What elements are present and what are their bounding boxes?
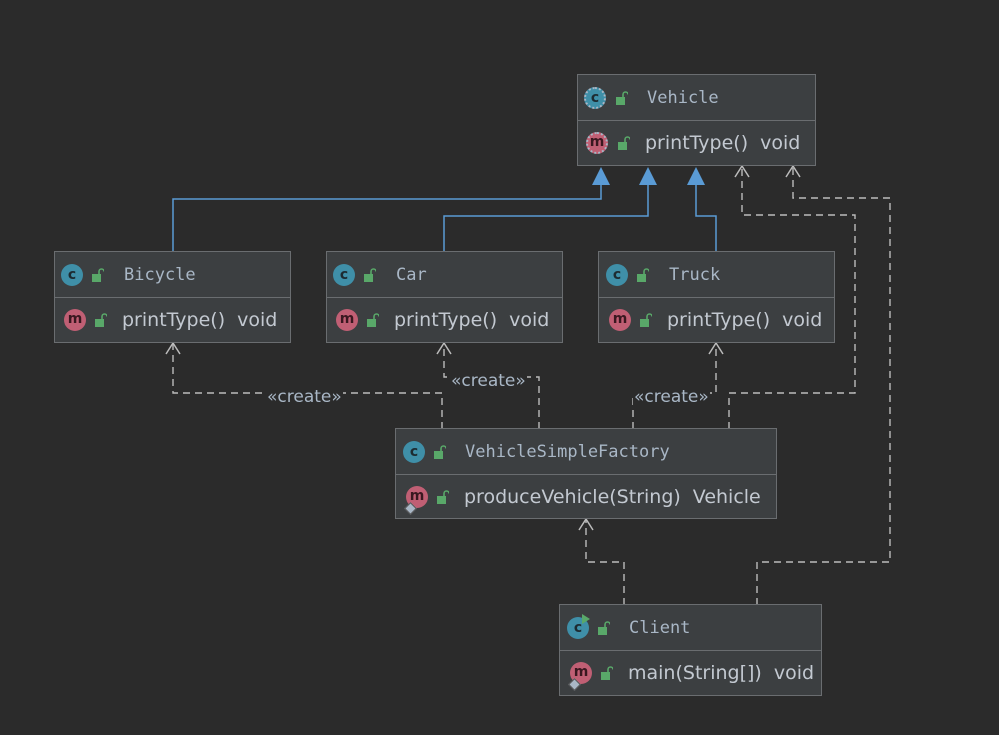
public-lock-icon bbox=[640, 313, 652, 327]
method-row[interactable]: m main(String[]) void bbox=[560, 651, 821, 695]
method-signature: printType() bbox=[667, 309, 771, 331]
class-box-bicycle[interactable]: c Bicycle m printType() void bbox=[54, 251, 291, 343]
method-signature: printType() bbox=[394, 309, 498, 331]
class-name: Client bbox=[629, 618, 691, 638]
class-name: VehicleSimpleFactory bbox=[465, 442, 670, 462]
public-lock-icon bbox=[616, 91, 628, 105]
method-signature: main(String[]) bbox=[628, 662, 762, 684]
public-lock-icon bbox=[437, 490, 449, 504]
method-row[interactable]: m produceVehicle(String) Vehicle bbox=[396, 475, 776, 518]
return-type: void bbox=[773, 662, 815, 684]
public-lock-icon bbox=[598, 621, 610, 635]
return-type: void bbox=[237, 309, 278, 331]
public-lock-icon bbox=[95, 313, 107, 327]
generalization-arrowhead-truck bbox=[687, 167, 705, 185]
class-icon: c bbox=[403, 441, 425, 463]
edge-factory-creates-truck bbox=[632, 343, 717, 429]
return-type: void bbox=[509, 309, 550, 331]
return-type: void bbox=[760, 132, 801, 154]
relationship-edges bbox=[165, 164, 891, 605]
edge-client-depends-on-vehicle bbox=[756, 166, 891, 605]
create-stereotype-truck: «create» bbox=[633, 387, 710, 407]
class-header: c VehicleSimpleFactory bbox=[396, 429, 776, 475]
method-row[interactable]: m printType() void bbox=[578, 121, 815, 165]
method-signature: printType() bbox=[122, 309, 226, 331]
method-icon: m bbox=[609, 309, 631, 331]
public-lock-icon bbox=[364, 268, 376, 282]
method-row[interactable]: m printType() void bbox=[55, 298, 290, 342]
public-lock-icon bbox=[434, 445, 446, 459]
method-signature: printType() bbox=[645, 132, 749, 154]
public-lock-icon bbox=[637, 268, 649, 282]
method-icon: m bbox=[64, 309, 86, 331]
class-icon: c bbox=[333, 264, 355, 286]
method-signature: produceVehicle(String) bbox=[464, 486, 681, 508]
return-type: void bbox=[782, 309, 823, 331]
class-header: c Vehicle bbox=[578, 75, 815, 121]
generalization-arrowhead-car bbox=[639, 167, 657, 185]
class-name: Bicycle bbox=[124, 265, 196, 285]
abstract-class-icon: c bbox=[584, 87, 606, 109]
class-icon: c bbox=[61, 264, 83, 286]
edge-factory-creates-bicycle bbox=[172, 343, 443, 429]
edge-car-extends-vehicle bbox=[443, 185, 649, 251]
public-lock-icon bbox=[367, 313, 379, 327]
uml-diagram-canvas: «create» «create» «create» c Vehicle m p… bbox=[0, 0, 999, 735]
class-header: c Bicycle bbox=[55, 252, 290, 298]
generalization-arrowhead-bicycle bbox=[592, 167, 610, 185]
edge-client-depends-on-factory bbox=[585, 519, 625, 605]
class-box-vehicle-simple-factory[interactable]: c VehicleSimpleFactory m produceVehicle(… bbox=[395, 428, 777, 519]
class-box-client[interactable]: c Client m main(String[]) void bbox=[559, 604, 822, 696]
public-lock-icon bbox=[601, 666, 613, 680]
run-marker-icon bbox=[582, 614, 590, 624]
return-type: Vehicle bbox=[692, 486, 761, 508]
public-lock-icon bbox=[92, 268, 104, 282]
abstract-method-icon: m bbox=[586, 132, 608, 154]
class-icon: c bbox=[606, 264, 628, 286]
class-header: c Client bbox=[560, 605, 821, 651]
class-box-truck[interactable]: c Truck m printType() void bbox=[598, 251, 835, 343]
class-header: c Car bbox=[327, 252, 562, 298]
class-name: Truck bbox=[669, 265, 721, 285]
method-row[interactable]: m printType() void bbox=[599, 298, 834, 342]
class-name: Car bbox=[396, 265, 427, 285]
class-box-car[interactable]: c Car m printType() void bbox=[326, 251, 563, 343]
class-name: Vehicle bbox=[647, 88, 719, 108]
create-stereotype-bicycle: «create» bbox=[266, 387, 343, 407]
edge-truck-extends-vehicle bbox=[695, 185, 717, 251]
class-box-vehicle[interactable]: c Vehicle m printType() void bbox=[577, 74, 816, 166]
public-lock-icon bbox=[618, 136, 630, 150]
class-header: c Truck bbox=[599, 252, 834, 298]
edge-bicycle-extends-vehicle bbox=[172, 185, 602, 251]
create-stereotype-car: «create» bbox=[450, 371, 527, 391]
method-row[interactable]: m printType() void bbox=[327, 298, 562, 342]
method-icon: m bbox=[336, 309, 358, 331]
